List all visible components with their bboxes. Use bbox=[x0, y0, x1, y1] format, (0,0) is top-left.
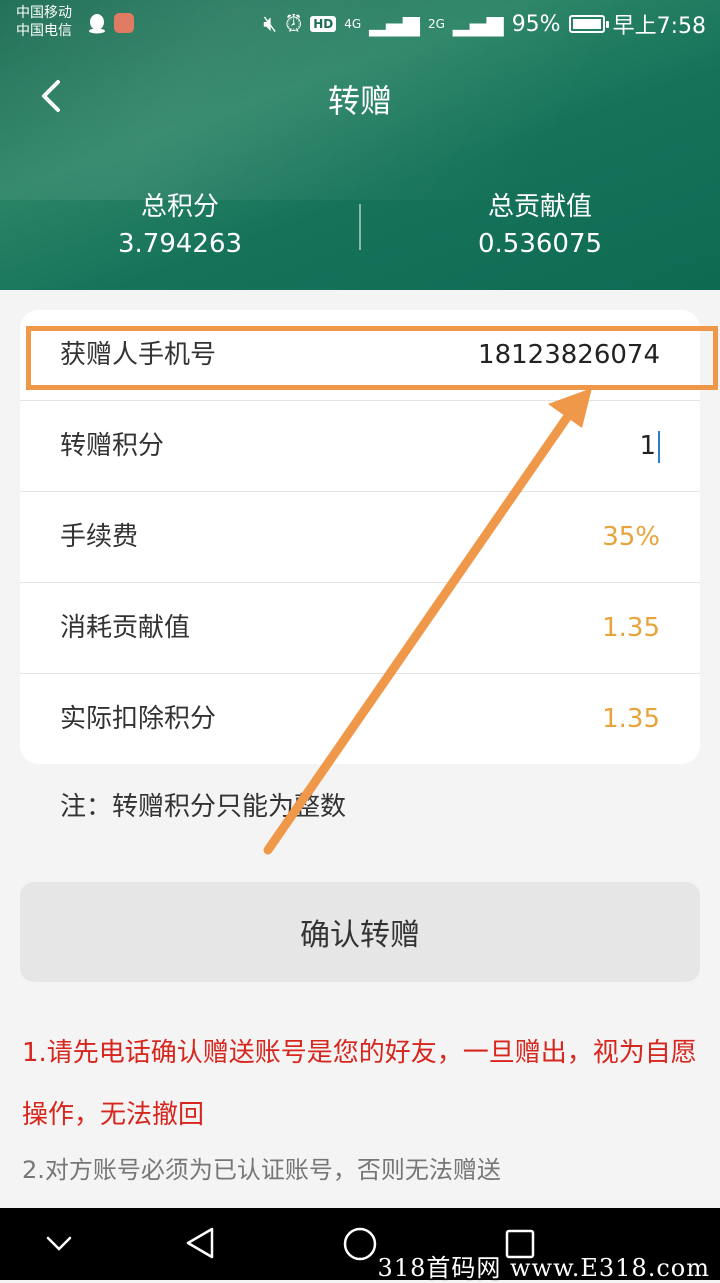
verification-tip: 2.对方账号必须为已认证账号，否则无法赠送 bbox=[22, 1156, 501, 1184]
carrier-1: 中国移动 bbox=[16, 5, 72, 21]
qq-icon bbox=[89, 14, 105, 34]
fee-label: 手续费 bbox=[60, 522, 139, 552]
carrier-info: 中国移动 中国电信 bbox=[16, 4, 72, 40]
status-bar: 中国移动 中国电信 🔇︎ ⏰︎ HD 4G ▂▄▆ 2G ▂▄▆ 95% 早上7… bbox=[0, 0, 720, 48]
confirm-transfer-button[interactable]: 确认转赠 bbox=[20, 882, 700, 982]
warning-tip: 1.请先电话确认赠送账号是您的好友，一旦赠出，视为自愿操作，无法撤回 bbox=[22, 1038, 697, 1130]
total-contribution: 总贡献值 0.536075 bbox=[360, 186, 720, 259]
deduct-points-label: 实际扣除积分 bbox=[60, 704, 217, 734]
clock: 早上7:58 bbox=[612, 14, 706, 39]
total-points-value: 3.794263 bbox=[117, 229, 243, 259]
deduct-points-value: 1.35 bbox=[602, 704, 660, 734]
status-right: 🔇︎ ⏰︎ HD 4G ▂▄▆ 2G ▂▄▆ 95% 早上7:58 bbox=[263, 10, 706, 40]
alarm-icon: ⏰︎ bbox=[285, 11, 303, 37]
hd-icon: HD bbox=[310, 16, 337, 32]
battery-icon bbox=[568, 15, 609, 33]
gift-points-row[interactable]: 转赠积分 1 bbox=[20, 401, 700, 492]
fee-value: 35% bbox=[602, 522, 660, 552]
gift-points-label: 转赠积分 bbox=[60, 431, 165, 461]
header-banner: 中国移动 中国电信 🔇︎ ⏰︎ HD 4G ▂▄▆ 2G ▂▄▆ 95% 早上7… bbox=[0, 0, 720, 290]
signal-icon-1: ▂▄▆ bbox=[369, 11, 420, 37]
gift-points-value: 1 bbox=[639, 431, 656, 461]
nav-home-icon[interactable] bbox=[342, 1226, 378, 1262]
total-points: 总积分 3.794263 bbox=[0, 186, 360, 259]
site-watermark: 318首码网 www.E318.com bbox=[377, 1254, 710, 1282]
integer-note: 注：转赠积分只能为整数 bbox=[60, 792, 347, 822]
consume-contribution-label: 消耗贡献值 bbox=[60, 613, 191, 643]
text-caret bbox=[658, 430, 660, 463]
nav-back-icon[interactable] bbox=[184, 1226, 216, 1260]
total-points-label: 总积分 bbox=[140, 192, 219, 222]
app-notification-icon bbox=[114, 13, 134, 33]
network-1: 4G bbox=[344, 17, 362, 31]
gift-points-input[interactable]: 1 bbox=[639, 401, 660, 491]
network-2: 2G bbox=[427, 17, 445, 31]
mute-icon: 🔇︎ bbox=[263, 11, 278, 37]
consume-contribution-value: 1.35 bbox=[602, 613, 660, 643]
consume-contribution-row: 消耗贡献值 1.35 bbox=[20, 583, 700, 674]
total-contribution-label: 总贡献值 bbox=[487, 192, 592, 222]
total-contribution-value: 0.536075 bbox=[477, 229, 603, 259]
deduct-points-row: 实际扣除积分 1.35 bbox=[20, 674, 700, 764]
fee-row: 手续费 35% bbox=[20, 492, 700, 583]
battery-percent: 95% bbox=[511, 11, 561, 37]
nav-collapse-icon[interactable] bbox=[44, 1234, 74, 1254]
page-title: 转赠 bbox=[327, 82, 392, 120]
signal-icon-2: ▂▄▆ bbox=[452, 11, 504, 37]
carrier-2: 中国电信 bbox=[16, 23, 72, 39]
annotation-highlight-box bbox=[26, 326, 718, 390]
